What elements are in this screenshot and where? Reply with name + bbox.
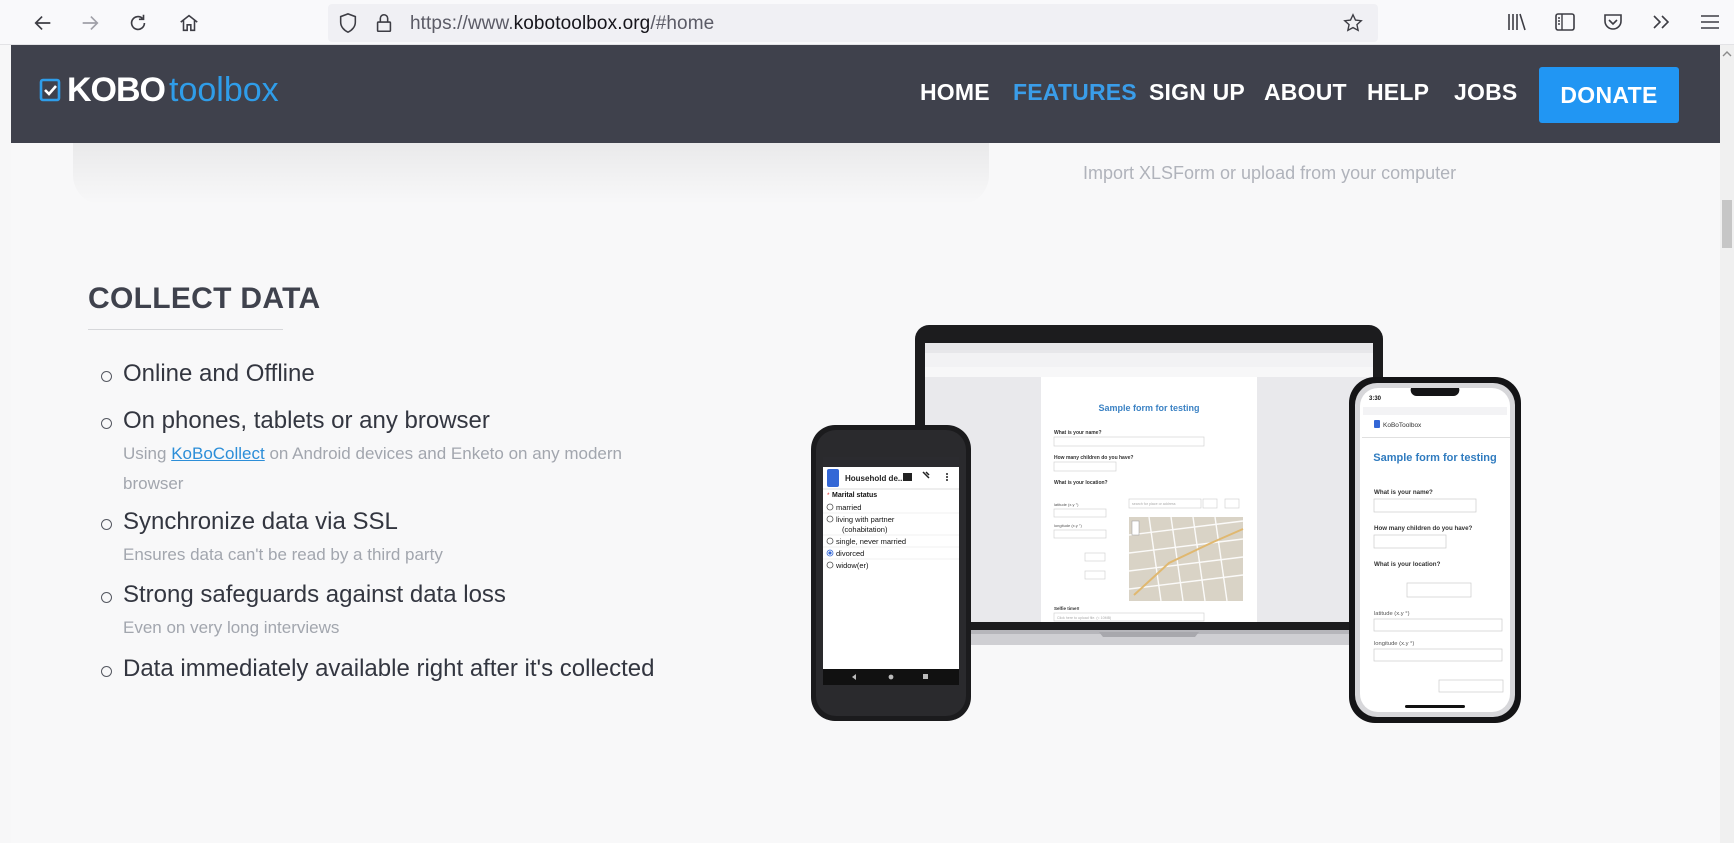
- iphone-lon: longitude (x.y °): [1374, 641, 1414, 647]
- feature-title: On phones, tablets or any browser: [123, 407, 490, 434]
- feature-title: Online and Offline: [123, 360, 315, 387]
- android-option-selected: divorced: [836, 549, 864, 558]
- nav-sign-up[interactable]: SIGN UP: [1149, 79, 1245, 106]
- nav-home[interactable]: HOME: [920, 79, 990, 106]
- reload-icon: [130, 14, 146, 31]
- url-domain: kobotoolbox.org: [513, 13, 651, 34]
- lock-icon[interactable]: [373, 12, 395, 34]
- home-icon: [180, 14, 198, 32]
- section-title: COLLECT DATA: [88, 282, 321, 315]
- feature-description-text: Using: [123, 444, 172, 463]
- hamburger-menu-icon[interactable]: [1698, 10, 1722, 34]
- feature-item: Online and Offline: [123, 360, 315, 388]
- reload-button[interactable]: [121, 6, 155, 40]
- logo-text-toolbox: toolbox: [169, 70, 279, 109]
- bullet-icon: [101, 371, 112, 382]
- iphone-logo: KoBoToolbox: [1383, 422, 1422, 429]
- iphone-mockup: 3:30 KoBoToolbox Sample form for testing…: [1349, 377, 1521, 723]
- iphone-q1: What is your name?: [1374, 489, 1433, 496]
- home-button[interactable]: [172, 6, 206, 40]
- iphone-q3: What is your location?: [1374, 561, 1441, 568]
- logo-text-kobo: KOBO: [67, 70, 166, 109]
- laptop-file-placeholder: Click here to upload file. (< 10MB): [1057, 616, 1111, 620]
- laptop-lon: longitude (x.y °): [1054, 523, 1083, 528]
- bullet-icon: [101, 418, 112, 429]
- feature-title: Strong safeguards against data loss: [123, 581, 506, 608]
- nav-jobs[interactable]: JOBS: [1454, 79, 1517, 106]
- android-option: married: [836, 503, 861, 512]
- arrow-right-icon: [82, 15, 99, 31]
- back-button[interactable]: [26, 6, 60, 40]
- card-shadow: [73, 143, 989, 205]
- nav-features[interactable]: FEATURES: [1013, 79, 1137, 106]
- iphone-lat: latitude (x.y °): [1374, 611, 1410, 617]
- browser-window: https://www.kobotoolbox.org/#home Import…: [0, 0, 1734, 843]
- feature-item: Data immediately available right after i…: [123, 655, 655, 683]
- scroll-up-icon[interactable]: [1722, 49, 1732, 59]
- feature-title: Synchronize data via SSL: [123, 508, 398, 535]
- nav-about[interactable]: ABOUT: [1264, 79, 1347, 106]
- url-prefix: https://www.: [410, 13, 514, 34]
- laptop-lat: latitude (x.y °): [1054, 502, 1079, 507]
- android-option: living with partner: [836, 515, 895, 524]
- iphone-q2: How many children do you have?: [1374, 525, 1473, 532]
- forward-button[interactable]: [73, 6, 107, 40]
- pocket-icon[interactable]: [1601, 10, 1625, 34]
- kobocollect-link[interactable]: KoBoCollect: [171, 444, 265, 463]
- site-header: KOBO toolbox HOME FEATURES SIGN UP ABOUT…: [11, 45, 1720, 143]
- android-option: single, never married: [836, 537, 906, 546]
- android-form-title: Household de...: [845, 474, 905, 483]
- shield-icon[interactable]: [337, 12, 359, 34]
- feature-description: Ensures data can't be read by a third pa…: [123, 545, 443, 564]
- feature-title: Data immediately available right after i…: [123, 655, 655, 682]
- kobotoolbox-logo[interactable]: KOBO toolbox: [39, 67, 279, 113]
- section-title-underline: [88, 329, 283, 330]
- feature-item: Synchronize data via SSL Ensures data ca…: [123, 508, 683, 570]
- feature-item: On phones, tablets or any browser Using …: [123, 407, 643, 499]
- android-question: Marital status: [832, 492, 877, 499]
- android-option: widow(er): [835, 561, 869, 570]
- bookmark-star-icon[interactable]: [1342, 12, 1364, 34]
- page-content: Import XLSForm or upload from your compu…: [11, 45, 1720, 843]
- android-phone-mockup: Household de... * Marital status married…: [811, 425, 971, 721]
- iphone-time: 3:30: [1369, 396, 1382, 402]
- bullet-icon: [101, 592, 112, 603]
- arrow-left-icon: [34, 15, 51, 31]
- bullet-icon: [101, 519, 112, 530]
- laptop-q3: What is your location?: [1054, 480, 1108, 486]
- laptop-selfie-label: Selfie time!!: [1054, 606, 1080, 611]
- sidebar-icon[interactable]: [1553, 10, 1577, 34]
- laptop-q2: How many children do you have?: [1054, 455, 1133, 461]
- feature-description: Using KoBoCollect on Android devices and…: [123, 439, 643, 499]
- checkbox-logo-icon: [39, 78, 61, 102]
- overflow-chevrons-icon[interactable]: [1649, 10, 1673, 34]
- library-icon[interactable]: [1504, 10, 1528, 34]
- browser-toolbar: https://www.kobotoolbox.org/#home: [0, 0, 1734, 45]
- nav-help[interactable]: HELP: [1367, 79, 1429, 106]
- faint-background-text: Import XLSForm or upload from your compu…: [1083, 163, 1457, 183]
- laptop-q1: What is your name?: [1054, 430, 1102, 436]
- feature-description: Even on very long interviews: [123, 618, 340, 637]
- laptop-form-title: Sample form for testing: [1098, 403, 1199, 413]
- url-suffix: /#home: [650, 13, 715, 34]
- laptop-search-placeholder: search for place or address: [1132, 502, 1176, 506]
- donate-button[interactable]: DONATE: [1539, 67, 1679, 123]
- url-text[interactable]: https://www.kobotoolbox.org/#home: [410, 13, 714, 35]
- android-option-continued: (cohabitation): [842, 525, 888, 534]
- iphone-form-title: Sample form for testing: [1373, 452, 1496, 464]
- scrollbar-thumb[interactable]: [1722, 200, 1732, 248]
- devices-mockup-image: Sample form for testing What is your nam…: [811, 325, 1521, 723]
- page-scrollbar[interactable]: [1720, 45, 1734, 843]
- bullet-icon: [101, 666, 112, 677]
- feature-item: Strong safeguards against data loss Even…: [123, 581, 683, 643]
- url-bar[interactable]: https://www.kobotoolbox.org/#home: [328, 4, 1378, 42]
